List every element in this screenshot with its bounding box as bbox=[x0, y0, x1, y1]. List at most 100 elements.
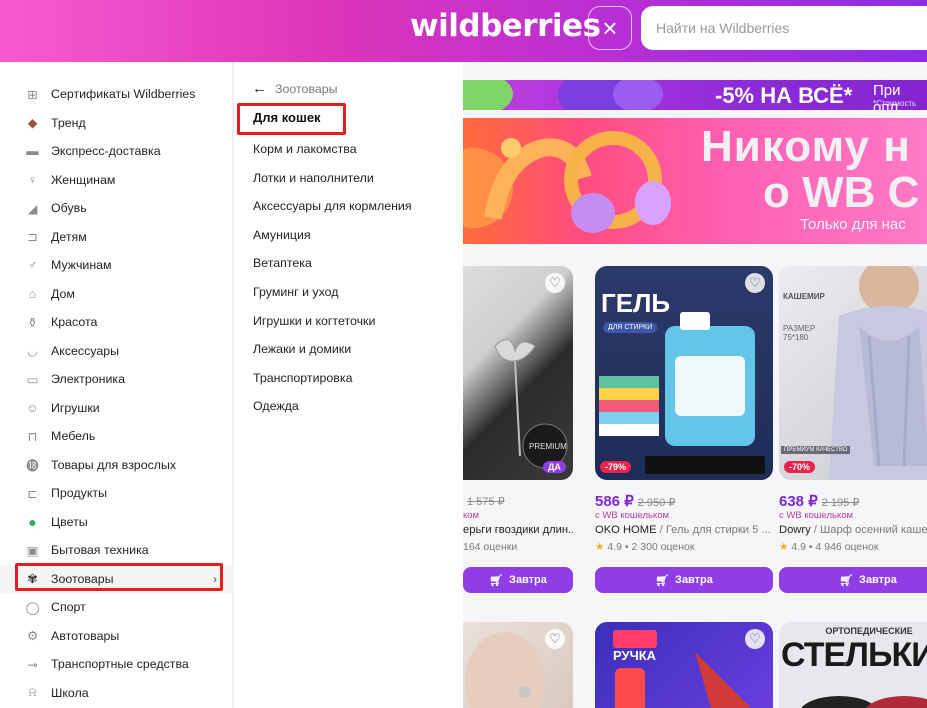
subcategory-link[interactable]: Аксессуары для кормления bbox=[253, 199, 412, 213]
close-menu-button[interactable]: × bbox=[588, 6, 632, 50]
sidebar-item-label: Цветы bbox=[51, 514, 88, 529]
sidebar-item[interactable]: ◡ Аксессуары bbox=[0, 337, 233, 365]
promo-banner[interactable]: -5% НА ВСЁ* При опл *Стоимость bbox=[463, 80, 927, 110]
electronics-icon: ▭ bbox=[26, 372, 39, 387]
back-label: Зоотовары bbox=[275, 81, 338, 96]
promo-note: *Стоимость bbox=[873, 99, 917, 108]
back-link[interactable]: ← Зоотовары bbox=[252, 80, 338, 97]
sidebar-item[interactable]: ⚙ Автотовары bbox=[0, 622, 233, 650]
wallet-label: с WB кошельком bbox=[779, 510, 854, 521]
sidebar-item-label: Электроника bbox=[51, 372, 125, 386]
sidebar-item[interactable]: ✾ Зоотовары › bbox=[0, 564, 233, 593]
delivery-label: Завтра bbox=[675, 574, 713, 586]
gift-icon: ⊞ bbox=[27, 87, 38, 102]
heart-icon[interactable]: ♡ bbox=[745, 273, 765, 293]
search-input[interactable] bbox=[641, 6, 927, 50]
home-icon: ⌂ bbox=[28, 286, 37, 301]
product-card[interactable]: ♡ bbox=[463, 622, 573, 708]
reviews-count: 4 946 оценок bbox=[815, 541, 879, 553]
discount-badge: -79% bbox=[600, 461, 632, 473]
sidebar-item-label: Спорт bbox=[51, 600, 86, 614]
old-price: 2 195 ₽ bbox=[821, 497, 860, 509]
promo-decoration bbox=[463, 80, 513, 110]
sidebar-item-label: Дом bbox=[51, 286, 75, 301]
subcategory-link[interactable]: Корм и лакомства bbox=[253, 142, 357, 156]
sidebar-item[interactable]: ⊏ Продукты bbox=[0, 479, 233, 507]
product-rating: ★ 4.9 • 2 300 оценок bbox=[595, 541, 695, 553]
sidebar-item[interactable]: ◯ Спорт bbox=[0, 593, 233, 621]
sidebar-item[interactable]: ⚱ Красота bbox=[0, 308, 233, 336]
cart-icon: 🛒︎ bbox=[489, 574, 504, 587]
sidebar-item[interactable]: ▣ Бытовая техника bbox=[0, 536, 233, 564]
sidebar-item[interactable]: ● Цветы bbox=[0, 508, 233, 536]
sidebar-item[interactable]: ⊞ Сертификаты Wildberries bbox=[0, 80, 233, 108]
heart-icon[interactable]: ♡ bbox=[545, 629, 565, 649]
product-card[interactable]: РУЧКА ♡ bbox=[595, 622, 773, 708]
sidebar-item[interactable]: ◆ Тренд bbox=[0, 109, 233, 137]
man-icon: ♂ bbox=[27, 258, 38, 272]
paw-icon: ✾ bbox=[27, 572, 38, 586]
sidebar-item[interactable]: ⓲ Товары для взрослых bbox=[0, 451, 233, 479]
subcategory-title[interactable]: Для кошек bbox=[253, 110, 321, 125]
cart-icon: 🛒︎ bbox=[655, 574, 670, 587]
product-image[interactable]: КАШЕМИР РАЗМЕР 75*180 ПРЕМИУМ КАЧЕСТВО ♡… bbox=[779, 266, 927, 480]
sidebar-item[interactable]: ⌂ Дом bbox=[0, 280, 233, 308]
subcategory-link[interactable]: Транспортировка bbox=[253, 371, 352, 385]
heart-icon[interactable]: ♡ bbox=[745, 629, 765, 649]
bell-icon: ⍾ bbox=[28, 685, 37, 699]
sidebar-item[interactable]: ♂ Мужчинам bbox=[0, 251, 233, 279]
product-image[interactable]: ГЕЛЬ ДЛЯ СТИРКИ ♡ -79% bbox=[595, 266, 773, 480]
product-price: 638 ₽2 195 ₽ bbox=[779, 492, 859, 510]
product-image[interactable]: PREMIUM ♡ ДА bbox=[463, 266, 573, 480]
sidebar-item[interactable]: ⊸ Транспортные средства bbox=[0, 650, 233, 678]
subcategory-link[interactable]: Лежаки и домики bbox=[253, 342, 351, 356]
chevron-right-icon: › bbox=[213, 571, 217, 586]
subcategory-link[interactable]: Груминг и уход bbox=[253, 285, 339, 299]
brand-name: OKO HOME bbox=[595, 524, 657, 536]
ball-icon: ◯ bbox=[25, 600, 40, 615]
promo-decoration bbox=[613, 80, 663, 110]
product-name[interactable]: Dowry / Шарф осенний кашем... bbox=[779, 524, 927, 536]
add-to-cart-button[interactable]: 🛒︎ Завтра bbox=[595, 567, 773, 593]
subcategory-link[interactable]: Ветаптека bbox=[253, 256, 312, 270]
subcategory-link[interactable]: Амуниция bbox=[253, 228, 311, 242]
reviews-count: 164 оценки bbox=[463, 541, 518, 553]
sidebar-item-label: Мебель bbox=[51, 429, 96, 443]
sidebar-item[interactable]: ⍾ Школа bbox=[0, 679, 233, 707]
truck-icon: ▬ bbox=[26, 144, 39, 158]
product-name[interactable]: ерьги гвоздики длин... bbox=[463, 524, 573, 536]
product-card[interactable]: ОРТОПЕДИЧЕСКИЕ СТЕЛЬКИ ♡ bbox=[779, 622, 927, 708]
subcategory-link[interactable]: Одежда bbox=[253, 399, 299, 413]
sidebar-item-label: Товары для взрослых bbox=[51, 457, 177, 472]
gear-icon: ⚙ bbox=[26, 629, 39, 643]
sidebar-item-label: Сертификаты Wildberries bbox=[51, 87, 196, 101]
headphones-illustration bbox=[463, 131, 671, 233]
wildberries-logo[interactable]: wildberries bbox=[410, 8, 601, 44]
current-price: 638 ₽ bbox=[779, 493, 818, 510]
add-to-cart-button[interactable]: 🛒︎ Завтра bbox=[463, 567, 573, 593]
sidebar-item[interactable]: ♀ Женщинам bbox=[0, 166, 233, 194]
add-to-cart-button[interactable]: 🛒︎ Завтра bbox=[779, 567, 927, 593]
wallet-label: с WB кошельком bbox=[595, 510, 670, 521]
bag-icon: ◡ bbox=[27, 344, 38, 358]
sidebar-item[interactable]: ⊐ Детям bbox=[0, 223, 233, 251]
sidebar-item[interactable]: ◢ Обувь bbox=[0, 194, 233, 222]
current-price: 586 ₽ bbox=[595, 493, 634, 510]
sidebar-item-label: Школа bbox=[51, 685, 89, 700]
sidebar-item-label: Мужчинам bbox=[51, 258, 112, 272]
main-content: -5% НА ВСЁ* При опл *Стоимость Никому н … bbox=[463, 62, 927, 708]
product-price: 1 575 ₽ bbox=[463, 492, 505, 509]
old-price: 1 575 ₽ bbox=[467, 496, 505, 508]
product-name[interactable]: OKO HOME / Гель для стирки 5 ... bbox=[595, 524, 773, 536]
heart-icon[interactable]: ♡ bbox=[545, 273, 565, 293]
sidebar-item[interactable]: ▭ Электроника bbox=[0, 365, 233, 393]
delivery-label: Завтра bbox=[859, 574, 897, 586]
subcategory-link[interactable]: Лотки и наполнители bbox=[253, 171, 374, 185]
subcategory-link[interactable]: Игрушки и когтеточки bbox=[253, 314, 375, 328]
sidebar-item[interactable]: ⊓ Мебель bbox=[0, 422, 233, 450]
sidebar-item-label: Экспресс-доставка bbox=[51, 144, 161, 158]
shoe-icon: ◢ bbox=[27, 201, 38, 216]
hero-banner[interactable]: Никому н о WB С Только для нас bbox=[463, 118, 927, 244]
sidebar-item[interactable]: ☺ Игрушки bbox=[0, 394, 233, 422]
sidebar-item[interactable]: ▬ Экспресс-доставка bbox=[0, 137, 233, 165]
